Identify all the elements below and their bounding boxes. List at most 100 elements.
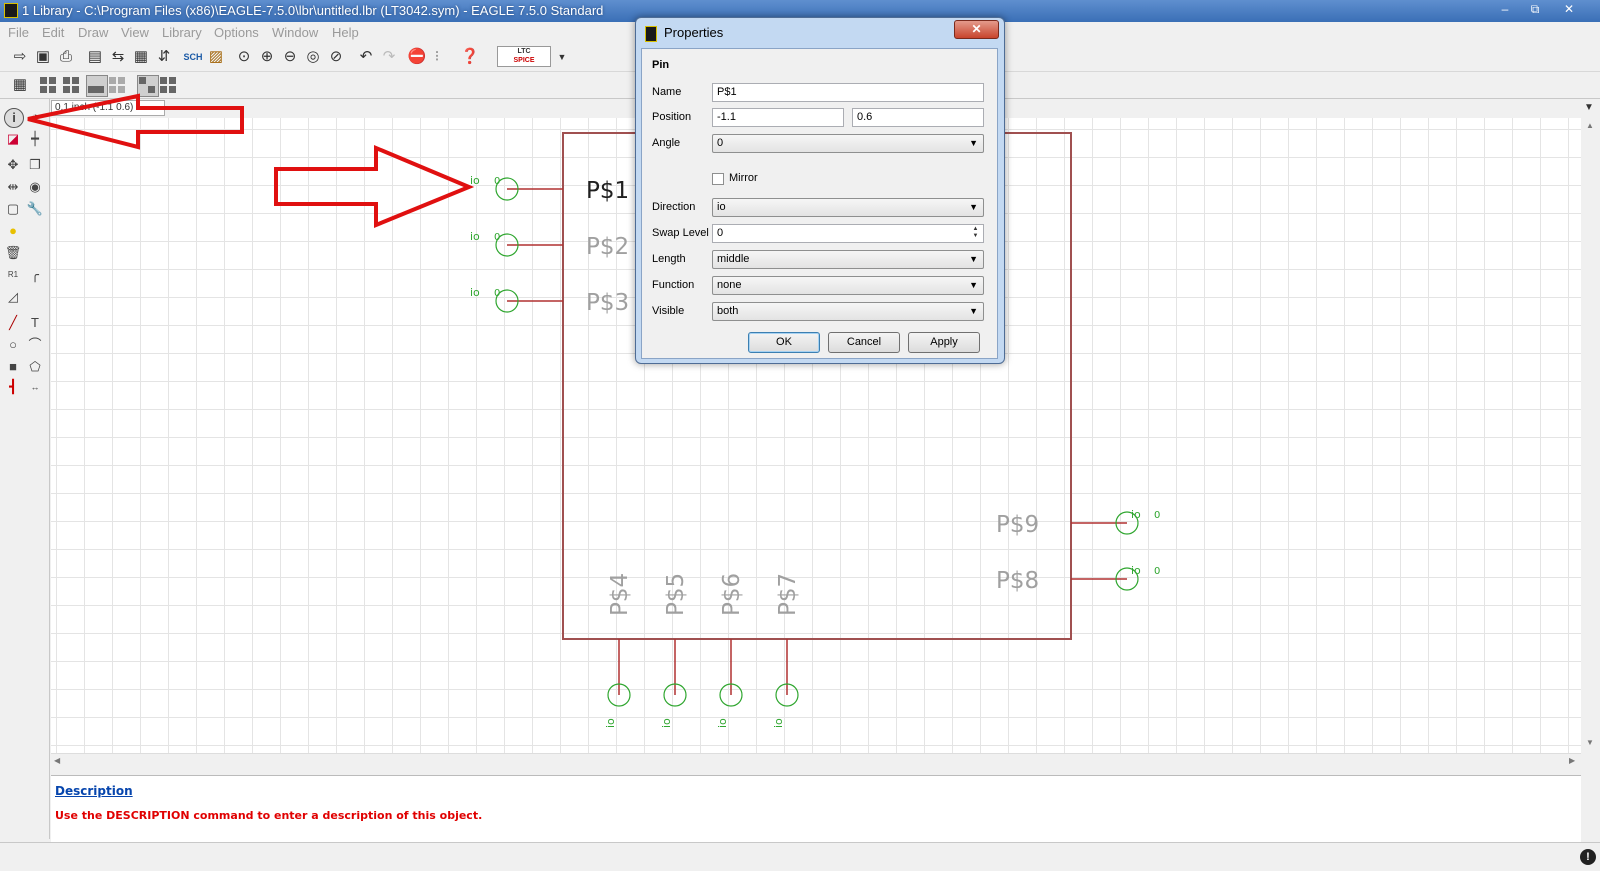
eagle-app-icon[interactable] — [4, 3, 18, 18]
library-book-icon[interactable]: ▤ — [85, 47, 105, 67]
close-window-button[interactable]: ✕ — [1556, 0, 1582, 18]
scroll-down-icon[interactable]: ▼ — [1586, 738, 1594, 747]
polygon-icon[interactable]: ⬠ — [26, 358, 44, 376]
change-icon[interactable]: 🔧 — [26, 200, 44, 218]
pin-p2[interactable]: io 0 P$2 — [470, 230, 629, 260]
name-icon[interactable]: R1 — [4, 266, 22, 284]
mirror-icon[interactable]: ⇹ — [4, 178, 22, 196]
length-select[interactable]: middle ▼ — [712, 250, 984, 269]
description-panel: Description Use the DESCRIPTION command … — [51, 775, 1581, 842]
rect-icon[interactable]: ■ — [4, 358, 22, 376]
name-field[interactable]: P$1 — [712, 83, 984, 102]
brd-icon[interactable]: ▨ — [206, 47, 226, 67]
ulp-icon[interactable]: ⇵ — [154, 47, 174, 67]
cancel-button[interactable]: Cancel — [828, 332, 900, 353]
arc-icon[interactable]: ⌒ — [26, 336, 44, 354]
description-text: Use the DESCRIPTION command to enter a d… — [55, 809, 483, 822]
delete-icon[interactable]: 🗑 — [4, 244, 22, 262]
pin-icon[interactable]: ┫ — [4, 378, 22, 396]
vertical-scrollbar[interactable]: ▲ ▼ — [1581, 118, 1600, 753]
scroll-right-icon[interactable]: ▶ — [1569, 756, 1575, 765]
position-x-field[interactable]: -1.1 — [712, 108, 844, 127]
group-icon[interactable]: ▢ — [4, 200, 22, 218]
menu-options[interactable]: Options — [214, 25, 259, 40]
circle-icon[interactable]: ○ — [4, 336, 22, 354]
zoom-in-icon[interactable]: ⊕ — [257, 47, 277, 67]
window-title: 1 Library - C:\Program Files (x86)\EAGLE… — [22, 3, 604, 18]
save-icon[interactable]: ▣ — [33, 47, 53, 67]
pin-p8-direction: io — [1131, 564, 1141, 577]
visible-select[interactable]: both ▼ — [712, 302, 984, 321]
ok-button[interactable]: OK — [748, 332, 820, 353]
direction-select[interactable]: io ▼ — [712, 198, 984, 217]
pin-p2-label: P$2 — [586, 234, 629, 260]
menu-library[interactable]: Library — [162, 25, 202, 40]
board-icon[interactable]: ▦ — [131, 47, 151, 67]
dialog-app-icon — [645, 26, 657, 42]
ltspice-button[interactable]: LTC SPICE — [497, 46, 551, 67]
wire-icon[interactable]: ╱ — [4, 314, 22, 332]
text-icon[interactable]: T — [26, 314, 44, 332]
sch-icon[interactable]: SCH — [183, 47, 203, 67]
split-icon[interactable]: ◿ — [4, 288, 22, 306]
length-label: Length — [652, 253, 686, 265]
pin-p6[interactable]: io P$6 — [716, 573, 745, 728]
angle-select[interactable]: 0 ▼ — [712, 134, 984, 153]
description-link[interactable]: Description — [55, 784, 133, 798]
redo-icon[interactable]: ↷ — [379, 47, 399, 67]
undo-icon[interactable]: ↶ — [356, 47, 376, 67]
menu-window[interactable]: Window — [272, 25, 318, 40]
menu-edit[interactable]: Edit — [42, 25, 64, 40]
menu-file[interactable]: File — [8, 25, 29, 40]
scroll-left-icon[interactable]: ◀ — [54, 756, 60, 765]
apply-button[interactable]: Apply — [908, 332, 980, 353]
minimize-button[interactable]: – — [1492, 0, 1518, 18]
command-history-dropdown-icon[interactable]: ▼ — [1584, 102, 1594, 113]
pin-p4[interactable]: io P$4 — [604, 573, 633, 728]
pin-p3-swap: 0 — [494, 288, 500, 299]
mirror-checkbox[interactable] — [712, 173, 724, 185]
copy-icon[interactable]: ❐ — [26, 156, 44, 174]
open-icon[interactable]: ⇨ — [10, 47, 30, 67]
stop-icon[interactable]: ⛔ — [407, 47, 427, 67]
cam-icon[interactable]: ⇆ — [108, 47, 128, 67]
ltspice-dropdown-icon[interactable]: ▼ — [552, 47, 572, 67]
dimension-icon[interactable]: ↔ — [26, 378, 44, 396]
direction-value: io — [717, 201, 726, 213]
pin-p3[interactable]: io 0 P$3 — [470, 286, 629, 316]
go-icon[interactable]: ⁝ — [427, 47, 447, 67]
chevron-down-icon: ▼ — [969, 306, 978, 316]
position-y-field[interactable]: 0.6 — [852, 108, 984, 127]
zoom-select-icon[interactable]: ⊘ — [326, 47, 346, 67]
help-icon[interactable]: ❓ — [460, 47, 480, 67]
pin-p1-swap: 0 — [494, 176, 500, 187]
pin-p6-label: P$6 — [719, 573, 745, 616]
menu-help[interactable]: Help — [332, 25, 359, 40]
menu-view[interactable]: View — [121, 25, 149, 40]
pin-p5[interactable]: io P$5 — [660, 573, 689, 728]
zoom-fit-icon[interactable]: ⊙ — [234, 47, 254, 67]
scroll-up-icon[interactable]: ▲ — [1586, 121, 1594, 130]
paste-icon[interactable]: ● — [4, 222, 22, 240]
zoom-out-icon[interactable]: ⊖ — [280, 47, 300, 67]
print-icon[interactable]: ⎙ — [56, 47, 76, 67]
pin-p8[interactable]: io 0 P$8 — [996, 564, 1160, 594]
pin-p7[interactable]: io P$7 — [772, 573, 801, 728]
dialog-close-button[interactable]: ✕ — [954, 20, 999, 39]
pin-p9[interactable]: io 0 P$9 — [996, 508, 1160, 538]
pin-p1[interactable]: io 0 P$1 — [470, 174, 629, 204]
menu-draw[interactable]: Draw — [78, 25, 108, 40]
move-icon[interactable]: ✥ — [4, 156, 22, 174]
spinner-arrows-icon[interactable]: ▲ ▼ — [970, 226, 981, 241]
horizontal-scrollbar[interactable]: ◀ ▶ — [51, 753, 1581, 771]
pin-p7-direction: io — [772, 718, 785, 728]
function-select[interactable]: none ▼ — [712, 276, 984, 295]
maximize-button[interactable]: ⧉ — [1522, 0, 1548, 18]
rotate-icon[interactable]: ◉ — [26, 178, 44, 196]
mirror-label: Mirror — [729, 172, 758, 184]
miter-icon[interactable]: ╭ — [26, 266, 44, 284]
pin-p8-label: P$8 — [996, 568, 1039, 594]
status-alert-icon[interactable]: ! — [1580, 849, 1596, 865]
swap-level-spinbox[interactable]: 0 ▲ ▼ — [712, 224, 984, 243]
zoom-redraw-icon[interactable]: ◎ — [303, 47, 323, 67]
